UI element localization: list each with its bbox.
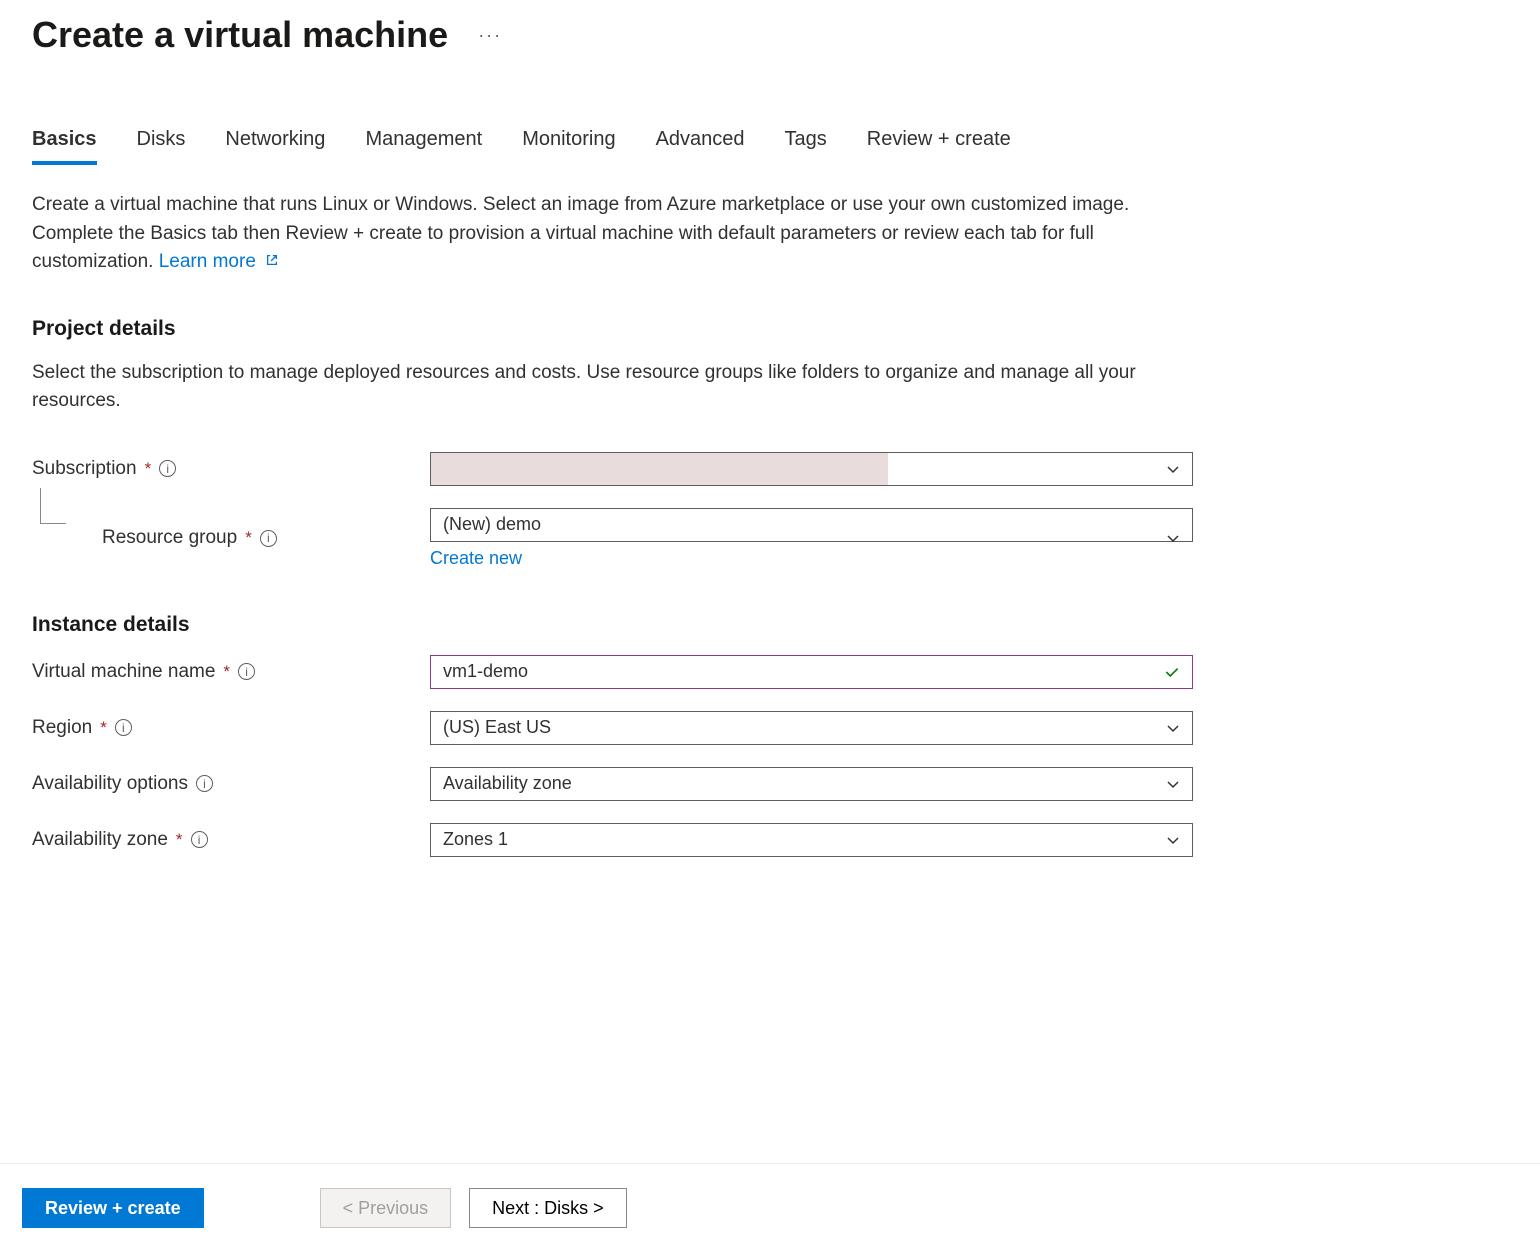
resource-group-value: (New) demo xyxy=(443,514,541,535)
availability-zone-select[interactable]: Zones 1 xyxy=(430,823,1193,857)
footer: Review + create < Previous Next : Disks … xyxy=(0,1163,1540,1252)
subscription-select[interactable] xyxy=(430,452,1193,486)
tab-networking[interactable]: Networking xyxy=(225,128,325,165)
learn-more-link[interactable]: Learn more xyxy=(159,251,279,272)
subscription-value-redacted xyxy=(431,453,888,485)
required-indicator: * xyxy=(223,662,230,682)
availability-zone-label: Availability zone xyxy=(32,829,168,851)
required-indicator: * xyxy=(145,459,152,479)
tab-management[interactable]: Management xyxy=(365,128,482,165)
info-icon[interactable]: i xyxy=(238,663,255,680)
tree-connector xyxy=(40,488,66,524)
resource-group-label: Resource group xyxy=(102,527,237,549)
availability-options-label: Availability options xyxy=(32,773,188,795)
availability-options-value: Availability zone xyxy=(443,773,572,794)
region-label: Region xyxy=(32,717,92,739)
page-title: Create a virtual machine xyxy=(32,14,448,56)
availability-options-select[interactable]: Availability zone xyxy=(430,767,1193,801)
resource-group-select[interactable]: (New) demo xyxy=(430,508,1193,542)
info-icon[interactable]: i xyxy=(115,719,132,736)
tab-disks[interactable]: Disks xyxy=(137,128,186,165)
vm-name-label: Virtual machine name xyxy=(32,661,215,683)
tab-advanced[interactable]: Advanced xyxy=(656,128,745,165)
tabs: Basics Disks Networking Management Monit… xyxy=(32,128,1508,165)
review-create-button[interactable]: Review + create xyxy=(22,1188,204,1228)
subscription-label: Subscription xyxy=(32,458,137,480)
instance-details-header: Instance details xyxy=(32,613,1508,637)
next-button[interactable]: Next : Disks > xyxy=(469,1188,627,1228)
info-icon[interactable]: i xyxy=(260,530,277,547)
project-details-header: Project details xyxy=(32,317,1508,341)
tab-tags[interactable]: Tags xyxy=(785,128,827,165)
project-details-desc: Select the subscription to manage deploy… xyxy=(32,359,1182,416)
vm-name-input[interactable] xyxy=(430,655,1193,689)
check-icon xyxy=(1163,663,1181,681)
previous-button: < Previous xyxy=(320,1188,452,1228)
more-icon[interactable]: ··· xyxy=(478,25,502,46)
required-indicator: * xyxy=(245,528,252,548)
required-indicator: * xyxy=(176,830,183,850)
region-value: (US) East US xyxy=(443,717,551,738)
info-icon[interactable]: i xyxy=(196,775,213,792)
info-icon[interactable]: i xyxy=(159,460,176,477)
create-new-link[interactable]: Create new xyxy=(430,548,1193,569)
external-link-icon xyxy=(265,253,279,267)
intro-text: Create a virtual machine that runs Linux… xyxy=(32,191,1182,277)
tab-monitoring[interactable]: Monitoring xyxy=(522,128,615,165)
info-icon[interactable]: i xyxy=(191,831,208,848)
region-select[interactable]: (US) East US xyxy=(430,711,1193,745)
tab-basics[interactable]: Basics xyxy=(32,128,97,165)
tab-review-create[interactable]: Review + create xyxy=(867,128,1011,165)
required-indicator: * xyxy=(100,718,107,738)
availability-zone-value: Zones 1 xyxy=(443,829,508,850)
